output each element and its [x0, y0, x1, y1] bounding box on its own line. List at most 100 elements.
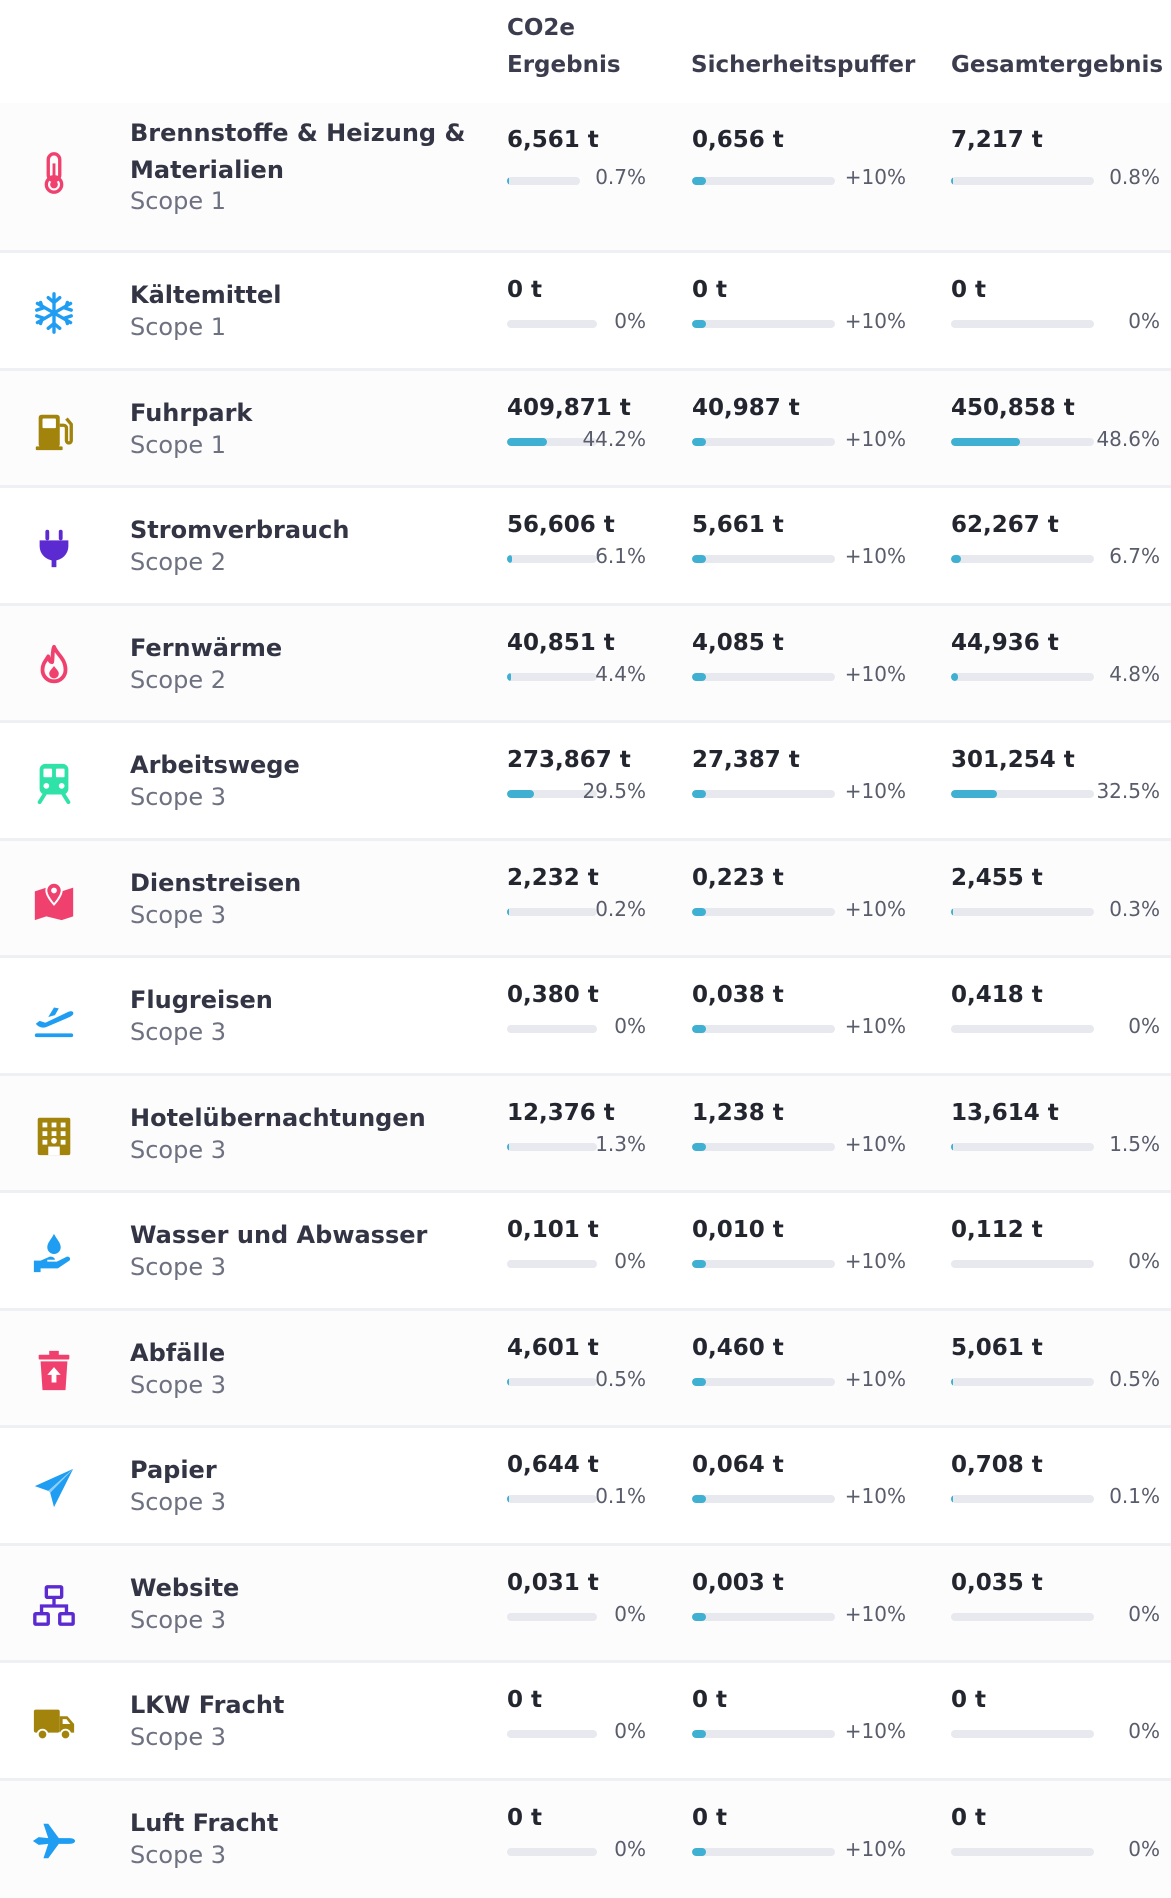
buffer-share-percent: +10% [822, 779, 906, 803]
total-value: 0,112 t [951, 1217, 1043, 1243]
scope-label: Scope 2 [130, 548, 226, 576]
co2e-share-bar-fill [507, 1495, 509, 1503]
total-share-bar-fill [951, 438, 1020, 446]
table-header: CO2e Ergebnis Sicherheitspuffer Gesamter… [0, 0, 1171, 103]
co2e-share-percent: 0.5% [570, 1367, 646, 1391]
co2e-value: 6,561 t [507, 127, 599, 153]
buffer-share-bar [692, 1495, 835, 1503]
buffer-value: 0 t [692, 1687, 727, 1713]
scope-label: Scope 3 [130, 1253, 226, 1281]
total-share-percent: 32.5% [1080, 779, 1160, 803]
buffer-value: 1,238 t [692, 1100, 784, 1126]
total-value: 7,217 t [951, 127, 1043, 153]
total-share-bar [951, 1848, 1094, 1856]
co2e-value: 4,601 t [507, 1335, 599, 1361]
buffer-share-bar [692, 320, 835, 328]
total-share-percent: 48.6% [1080, 427, 1160, 451]
buffer-share-bar-fill [692, 1378, 706, 1386]
total-share-bar [951, 1378, 1094, 1386]
plug-icon [28, 522, 80, 574]
co2e-share-percent: 0.2% [570, 897, 646, 921]
co2e-share-percent: 0% [570, 1014, 646, 1038]
co2e-share-percent: 6.1% [570, 544, 646, 568]
buffer-share-bar [692, 1025, 835, 1033]
buffer-share-percent: +10% [822, 1249, 906, 1273]
co2e-value: 40,851 t [507, 630, 615, 656]
total-share-percent: 4.8% [1080, 662, 1160, 686]
total-share-bar [951, 1143, 1094, 1151]
buffer-share-bar-fill [692, 673, 706, 681]
table-row: Brennstoffe & Heizung & Materialien Scop… [0, 103, 1171, 253]
table-row: Fuhrpark Scope 1 409,871 t 44.2% 40,987 … [0, 371, 1171, 489]
table-row: Dienstreisen Scope 3 2,232 t 0.2% 0,223 … [0, 841, 1171, 959]
buffer-share-percent: +10% [822, 1719, 906, 1743]
category-name: Luft Fracht [130, 1805, 470, 1842]
table-row: Luft Fracht Scope 3 0 t 0% 0 t +10% 0 t … [0, 1781, 1171, 1898]
airplane-takeoff-icon [28, 992, 80, 1044]
co2e-value: 0,101 t [507, 1217, 599, 1243]
total-value: 0,708 t [951, 1452, 1043, 1478]
co2e-share-bar-fill [507, 177, 509, 185]
total-share-bar-fill [951, 1378, 953, 1386]
category-name: Fernwärme [130, 630, 470, 667]
thermometer-icon [28, 147, 80, 199]
buffer-share-percent: +10% [822, 1014, 906, 1038]
total-value: 0,035 t [951, 1570, 1043, 1596]
scope-label: Scope 1 [130, 431, 226, 459]
buffer-share-percent: +10% [822, 1132, 906, 1156]
table-row: Stromverbrauch Scope 2 56,606 t 6.1% 5,6… [0, 488, 1171, 606]
trash-icon [28, 1345, 80, 1397]
buffer-share-percent: +10% [822, 662, 906, 686]
scope-label: Scope 3 [130, 1841, 226, 1869]
total-share-percent: 0% [1080, 1602, 1160, 1626]
total-value: 0,418 t [951, 982, 1043, 1008]
header-co2e-ergebnis: CO2e Ergebnis [507, 10, 657, 84]
total-share-bar [951, 790, 1094, 798]
header-sicherheitspuffer: Sicherheitspuffer [691, 47, 915, 84]
total-share-percent: 0.5% [1080, 1367, 1160, 1391]
co2e-share-bar-fill [507, 908, 509, 916]
buffer-value: 0,460 t [692, 1335, 784, 1361]
co2e-share-percent: 4.4% [570, 662, 646, 686]
total-value: 0 t [951, 1687, 986, 1713]
category-name: Dienstreisen [130, 865, 470, 902]
total-share-bar [951, 1495, 1094, 1503]
table-row: Arbeitswege Scope 3 273,867 t 29.5% 27,3… [0, 723, 1171, 841]
co2e-share-percent: 0% [570, 1602, 646, 1626]
co2e-value: 56,606 t [507, 512, 615, 538]
fuel-pump-icon [28, 405, 80, 457]
table-row: Hotelübernachtungen Scope 3 12,376 t 1.3… [0, 1076, 1171, 1194]
total-share-percent: 0% [1080, 1249, 1160, 1273]
buffer-share-percent: +10% [822, 309, 906, 333]
buffer-value: 0,656 t [692, 127, 784, 153]
total-value: 5,061 t [951, 1335, 1043, 1361]
co2e-value: 0 t [507, 1805, 542, 1831]
total-share-bar [951, 177, 1094, 185]
table-row: Fernwärme Scope 2 40,851 t 4.4% 4,085 t … [0, 606, 1171, 724]
total-share-bar [951, 908, 1094, 916]
total-share-bar [951, 438, 1094, 446]
buffer-share-bar [692, 555, 835, 563]
scope-label: Scope 1 [130, 313, 226, 341]
scope-label: Scope 1 [130, 187, 226, 215]
buffer-share-bar-fill [692, 908, 706, 916]
buffer-value: 5,661 t [692, 512, 784, 538]
scope-label: Scope 3 [130, 1136, 226, 1164]
co2e-share-bar-fill [507, 673, 511, 681]
co2e-share-percent: 0% [570, 1249, 646, 1273]
total-value: 44,936 t [951, 630, 1059, 656]
total-share-bar-fill [951, 555, 961, 563]
table-row: LKW Fracht Scope 3 0 t 0% 0 t +10% 0 t 0… [0, 1663, 1171, 1781]
buffer-share-bar-fill [692, 1613, 706, 1621]
total-share-percent: 0.3% [1080, 897, 1160, 921]
flame-icon [28, 640, 80, 692]
table-row: Website Scope 3 0,031 t 0% 0,003 t +10% … [0, 1546, 1171, 1664]
scope-label: Scope 2 [130, 666, 226, 694]
table-row: Papier Scope 3 0,644 t 0.1% 0,064 t +10%… [0, 1428, 1171, 1546]
map-pin-icon [28, 875, 80, 927]
buffer-share-percent: +10% [822, 427, 906, 451]
co2e-share-bar-fill [507, 790, 534, 798]
buffer-share-bar-fill [692, 320, 706, 328]
table-row: Abfälle Scope 3 4,601 t 0.5% 0,460 t +10… [0, 1311, 1171, 1429]
buffer-share-bar [692, 1730, 835, 1738]
